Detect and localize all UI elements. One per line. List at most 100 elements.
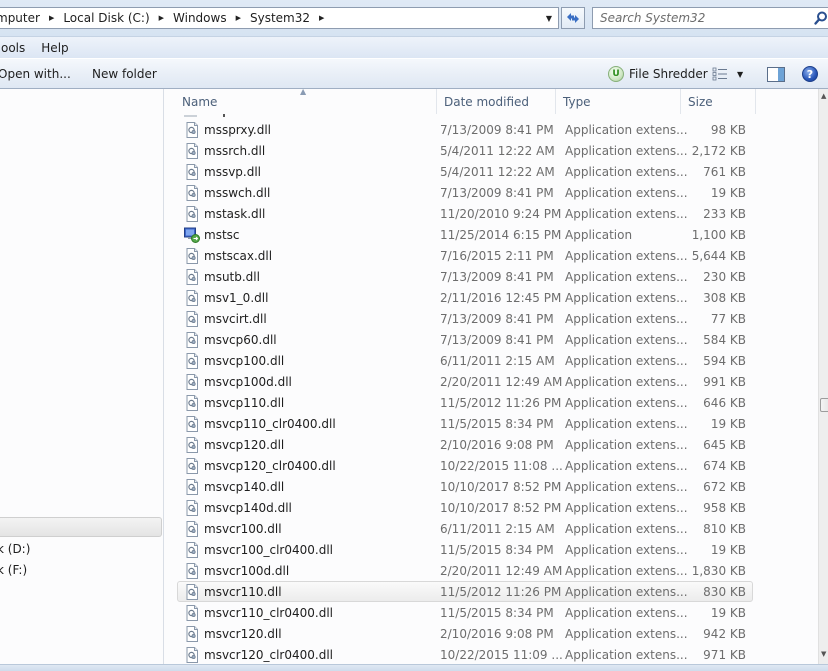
breadcrumb-arrow-icon[interactable]: ▶ [156,14,167,22]
file-row[interactable]: msvcp140.dll 10/10/2017 8:52 PM Applicatio… [177,476,753,497]
file-size: 98 KB [710,122,746,137]
file-date-modified: 7/13/2009 8:41 PM [440,122,554,137]
file-name: msvcr110_clr0400.dll [204,605,333,620]
dll-file-icon [184,415,200,432]
search-input[interactable] [593,9,803,27]
file-type: Application extens... [565,647,688,662]
breadcrumb-system32[interactable]: System32 ▶ [244,8,327,28]
address-bar-area: mputer ▶ Local Disk (C:) ▶ Windows ▶ Sys… [0,0,828,36]
file-size: 971 KB [703,647,746,662]
file-row[interactable]: mstsc 11/25/2014 6:15 PM Application 1,100 … [177,224,753,245]
file-row[interactable]: msvcr110.dll 11/5/2012 11:26 PM Applicatio… [177,581,753,602]
file-row[interactable]: mstscax.dll 7/16/2015 2:11 PM Application … [177,245,753,266]
change-view-button[interactable] [712,65,728,83]
menu-tools[interactable]: ools [0,37,33,58]
file-type: Application extens... [565,206,688,221]
breadcrumb-local-disk[interactable]: Local Disk (C:) ▶ [57,8,167,28]
file-row[interactable]: msvcr100_clr0400.dll 11/5/2015 8:34 PM App… [177,539,753,560]
dll-file-icon [184,331,200,348]
file-row[interactable]: msvcr100.dll 6/11/2011 2:15 AM Application… [177,518,753,539]
address-bar[interactable]: mputer ▶ Local Disk (C:) ▶ Windows ▶ Sys… [0,7,559,29]
file-date-modified: 7/13/2009 8:41 PM [440,332,554,347]
file-size: 674 KB [703,458,746,473]
file-row[interactable]: msswch.dll 7/13/2009 8:41 PM Application e… [177,182,753,203]
navigation-pane: k (D:) k (F:) [0,89,164,664]
new-folder-button[interactable]: New folder [92,65,157,83]
file-shredder-button[interactable]: U File Shredder [608,65,708,83]
file-row[interactable]: msvcp100.dll 6/11/2011 2:15 AM Application… [177,350,753,371]
refresh-button[interactable] [561,7,585,29]
file-size: 810 KB [703,521,746,536]
dll-file-icon [184,268,200,285]
nav-item-drive-d[interactable]: k (D:) [0,539,162,559]
menu-help[interactable]: Help [33,37,76,58]
file-row[interactable]: msvcr110_clr0400.dll 11/5/2015 8:34 PM App… [177,602,753,623]
dll-file-icon [184,205,200,222]
dll-file-icon [184,394,200,411]
file-name: mssvp.dll [204,164,262,179]
scroll-up-arrow-icon[interactable]: ▲ [821,92,826,100]
file-row[interactable]: msvcr120.dll 2/10/2016 9:08 PM Application… [177,623,753,644]
file-row[interactable]: msvcp110.dll 11/5/2012 11:26 PM Applicatio… [177,392,753,413]
file-list: ▲ Name Date modified Type Size mssprxy.d… [165,89,818,664]
nav-item-drive-f[interactable]: k (F:) [0,560,162,580]
file-type: Application extens... [565,605,688,620]
breadcrumb-arrow-icon[interactable]: ▶ [316,14,327,22]
file-type: Application extens... [565,458,688,473]
column-header-type[interactable]: Type [556,89,681,114]
file-row[interactable]: msvcp60.dll 7/13/2009 8:41 PM Application … [177,329,753,350]
breadcrumb-label: Local Disk (C:) [63,11,150,25]
dll-file-icon [184,625,200,642]
help-button[interactable]: ? [802,65,818,83]
file-type: Application extens... [565,290,688,305]
breadcrumb-arrow-icon[interactable]: ▶ [233,14,244,22]
file-row[interactable]: msvcp120.dll 2/10/2016 9:08 PM Application… [177,434,753,455]
file-row[interactable]: msvcr100d.dll 2/20/2011 12:49 AM Applicati… [177,560,753,581]
file-date-modified: 7/13/2009 8:41 PM [440,311,554,326]
file-row[interactable]: mssvp.dll 5/4/2011 12:22 AM Application ex… [177,161,753,182]
column-header-date-modified[interactable]: Date modified [437,89,556,114]
file-type: Application extens... [565,311,688,326]
address-history-dropdown-icon[interactable]: ▼ [542,8,556,28]
file-row[interactable]: msvcp120_clr0400.dll 10/22/2015 11:08 ...… [177,455,753,476]
file-name: msutb.dll [204,269,260,284]
file-size: 594 KB [703,353,746,368]
search-box[interactable] [592,7,828,29]
file-type: Application extens... [565,416,688,431]
preview-pane-button[interactable] [767,65,785,83]
nav-item-selected[interactable] [0,517,162,537]
file-name: msvcr120.dll [204,626,282,641]
file-row[interactable]: mstask.dll 11/20/2010 9:24 PM Application … [177,203,753,224]
file-date-modified: 10/22/2015 11:09 ... [440,647,563,662]
file-row[interactable]: msvcr120_clr0400.dll 10/22/2015 11:09 ...… [177,644,753,664]
file-row[interactable]: msvcp110_clr0400.dll 11/5/2015 8:34 PM App… [177,413,753,434]
file-row[interactable]: msv1_0.dll 2/11/2016 12:45 PM Application … [177,287,753,308]
file-row[interactable]: mssrch.dll 5/4/2011 12:22 AM Application e… [177,140,753,161]
column-header-label: Name [182,94,218,109]
dll-file-icon [184,604,200,621]
file-date-modified: 10/10/2017 8:52 PM [440,479,562,494]
vertical-scrollbar[interactable]: ▲ ▼ [818,89,828,664]
file-row[interactable]: msvcp140d.dll 10/10/2017 8:52 PM Applicati… [177,497,753,518]
breadcrumb-computer[interactable]: mputer ▶ [0,8,57,28]
view-options-dropdown-icon[interactable]: ▼ [737,65,743,83]
column-header-size[interactable]: Size [681,89,756,114]
file-name: msvcr100_clr0400.dll [204,542,333,557]
open-with-button[interactable]: Open with... [0,65,71,83]
dll-file-icon [184,499,200,516]
file-size: 19 KB [710,416,746,431]
file-date-modified: 6/11/2011 2:15 AM [440,353,555,368]
breadcrumb-windows[interactable]: Windows ▶ [167,8,244,28]
file-type: Application extens... [565,143,688,158]
file-row[interactable]: mssprxy.dll 7/13/2009 8:41 PM Application … [177,119,753,140]
breadcrumb-arrow-icon[interactable]: ▶ [46,14,57,22]
dll-file-icon [184,121,200,138]
file-date-modified: 7/13/2009 8:41 PM [440,269,554,284]
scrollbar-thumb[interactable] [820,398,828,412]
help-icon: ? [802,66,818,82]
file-row[interactable]: msvcirt.dll 7/13/2009 8:41 PM Application … [177,308,753,329]
file-row[interactable]: msutb.dll 7/13/2009 8:41 PM Application ex… [177,266,753,287]
file-row[interactable]: msvcp100d.dll 2/20/2011 12:49 AM Applicati… [177,371,753,392]
search-icon[interactable] [813,10,828,26]
scroll-down-arrow-icon[interactable]: ▼ [821,650,826,658]
